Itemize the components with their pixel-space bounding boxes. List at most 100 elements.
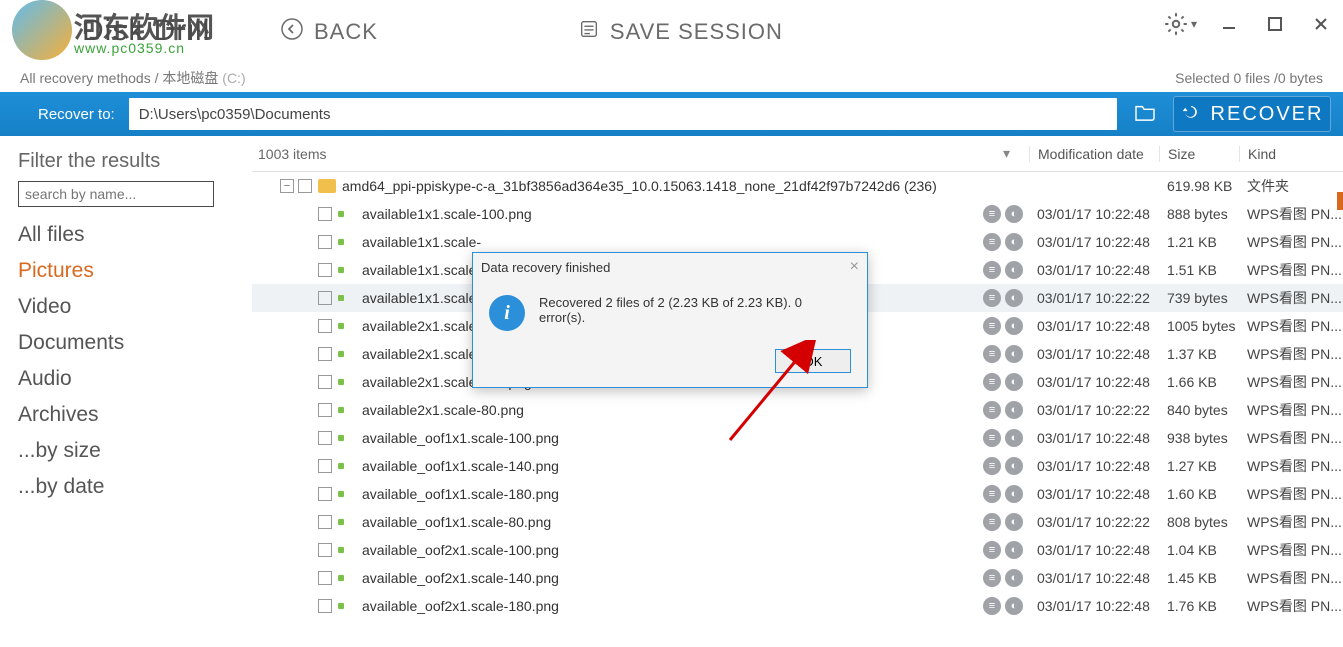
preview-icon[interactable]: ≡ [983,541,1001,559]
eye-icon[interactable]: ◐ [1005,345,1023,363]
file-icon [338,543,356,557]
checkbox[interactable] [318,431,332,445]
recover-path-input[interactable] [129,98,1117,130]
table-row[interactable]: available2x1.scale-80.png≡◐03/01/17 10:2… [252,396,1343,424]
preview-icon[interactable]: ≡ [983,205,1001,223]
table-row[interactable]: available1x1.scale-100.png≡◐03/01/17 10:… [252,200,1343,228]
eye-icon[interactable]: ◐ [1005,457,1023,475]
preview-icon[interactable]: ≡ [983,597,1001,615]
breadcrumb[interactable]: All recovery methods / 本地磁盘 (C:) [20,68,246,88]
preview-icon[interactable]: ≡ [983,373,1001,391]
table-row[interactable]: available_oof2x1.scale-140.png≡◐03/01/17… [252,564,1343,592]
dialog-close-icon[interactable]: × [850,258,859,276]
file-size: 1.37 KB [1159,346,1239,362]
sidebar-item-archives[interactable]: Archives [18,397,234,433]
checkbox[interactable] [318,515,332,529]
close-button[interactable] [1307,10,1335,38]
eye-icon[interactable]: ◐ [1005,597,1023,615]
preview-icon[interactable]: ≡ [983,513,1001,531]
preview-icon[interactable]: ≡ [983,457,1001,475]
checkbox[interactable] [318,487,332,501]
sidebar-item-documents[interactable]: Documents [18,325,234,361]
file-list: 1003 items ▾ Modification date Size Kind… [252,136,1343,647]
col-kind[interactable]: Kind [1239,146,1343,162]
checkbox[interactable] [318,235,332,249]
ok-button[interactable]: OK [775,349,851,373]
col-size[interactable]: Size [1159,146,1239,162]
search-input[interactable] [18,181,214,207]
checkbox[interactable] [318,599,332,613]
gear-icon[interactable]: ▾ [1163,11,1197,37]
row-ops: ≡◐ [983,233,1029,251]
eye-icon[interactable]: ◐ [1005,569,1023,587]
file-date: 03/01/17 10:22:22 [1029,514,1159,530]
file-kind: WPS看图 PN... [1239,204,1343,224]
table-row[interactable]: available_oof2x1.scale-180.png≡◐03/01/17… [252,592,1343,620]
preview-icon[interactable]: ≡ [983,485,1001,503]
checkbox[interactable] [318,571,332,585]
checkbox[interactable] [318,543,332,557]
back-button[interactable]: BACK [280,17,378,47]
maximize-button[interactable] [1261,10,1289,38]
preview-icon[interactable]: ≡ [983,317,1001,335]
table-row[interactable]: available_oof1x1.scale-100.png≡◐03/01/17… [252,424,1343,452]
folder-row[interactable]: − amd64_ppi-ppiskype-c-a_31bf3856ad364e3… [252,172,1343,200]
file-name: available1x1.scale-100.png [362,206,983,222]
window-controls: ▾ [1163,10,1335,38]
breadcrumb-disk[interactable]: 本地磁盘 [162,70,218,86]
folder-icon [318,179,336,193]
browse-folder-icon[interactable] [1131,103,1159,126]
checkbox[interactable] [318,319,332,333]
row-ops: ≡◐ [983,345,1029,363]
eye-icon[interactable]: ◐ [1005,513,1023,531]
preview-icon[interactable]: ≡ [983,345,1001,363]
table-row[interactable]: available_oof2x1.scale-100.png≡◐03/01/17… [252,536,1343,564]
checkbox[interactable] [318,263,332,277]
eye-icon[interactable]: ◐ [1005,373,1023,391]
sidebar-item-pictures[interactable]: Pictures [18,253,234,289]
sidebar-item-audio[interactable]: Audio [18,361,234,397]
checkbox[interactable] [318,207,332,221]
eye-icon[interactable]: ◐ [1005,261,1023,279]
file-kind: WPS看图 PN... [1239,428,1343,448]
recover-bar: Recover to: RECOVER [0,92,1343,136]
preview-icon[interactable]: ≡ [983,289,1001,307]
file-icon [338,347,356,361]
checkbox[interactable] [318,375,332,389]
col-date[interactable]: Modification date [1029,146,1159,162]
preview-icon[interactable]: ≡ [983,261,1001,279]
preview-icon[interactable]: ≡ [983,569,1001,587]
recover-button[interactable]: RECOVER [1173,96,1331,132]
sidebar-item--by-size[interactable]: ...by size [18,433,234,469]
checkbox[interactable] [298,179,312,193]
checkbox[interactable] [318,459,332,473]
eye-icon[interactable]: ◐ [1005,541,1023,559]
preview-icon[interactable]: ≡ [983,429,1001,447]
eye-icon[interactable]: ◐ [1005,485,1023,503]
preview-icon[interactable]: ≡ [983,401,1001,419]
eye-icon[interactable]: ◐ [1005,401,1023,419]
checkbox[interactable] [318,347,332,361]
checkbox[interactable] [318,403,332,417]
table-row[interactable]: available_oof1x1.scale-80.png≡◐03/01/17 … [252,508,1343,536]
back-arrow-icon [280,17,304,47]
preview-icon[interactable]: ≡ [983,233,1001,251]
file-size: 1.66 KB [1159,374,1239,390]
save-session-button[interactable]: SAVE SESSION [578,18,783,46]
sort-icon[interactable]: ▾ [1003,145,1029,162]
minimize-button[interactable] [1215,10,1243,38]
eye-icon[interactable]: ◐ [1005,289,1023,307]
breadcrumb-methods[interactable]: All recovery methods [20,70,151,86]
sidebar-item--by-date[interactable]: ...by date [18,469,234,505]
checkbox[interactable] [318,291,332,305]
collapse-icon[interactable]: − [280,179,294,193]
sidebar-item-all-files[interactable]: All files [18,217,234,253]
sidebar-item-video[interactable]: Video [18,289,234,325]
eye-icon[interactable]: ◐ [1005,205,1023,223]
watermark-badge [12,0,72,60]
eye-icon[interactable]: ◐ [1005,317,1023,335]
table-row[interactable]: available_oof1x1.scale-140.png≡◐03/01/17… [252,452,1343,480]
eye-icon[interactable]: ◐ [1005,233,1023,251]
eye-icon[interactable]: ◐ [1005,429,1023,447]
table-row[interactable]: available_oof1x1.scale-180.png≡◐03/01/17… [252,480,1343,508]
